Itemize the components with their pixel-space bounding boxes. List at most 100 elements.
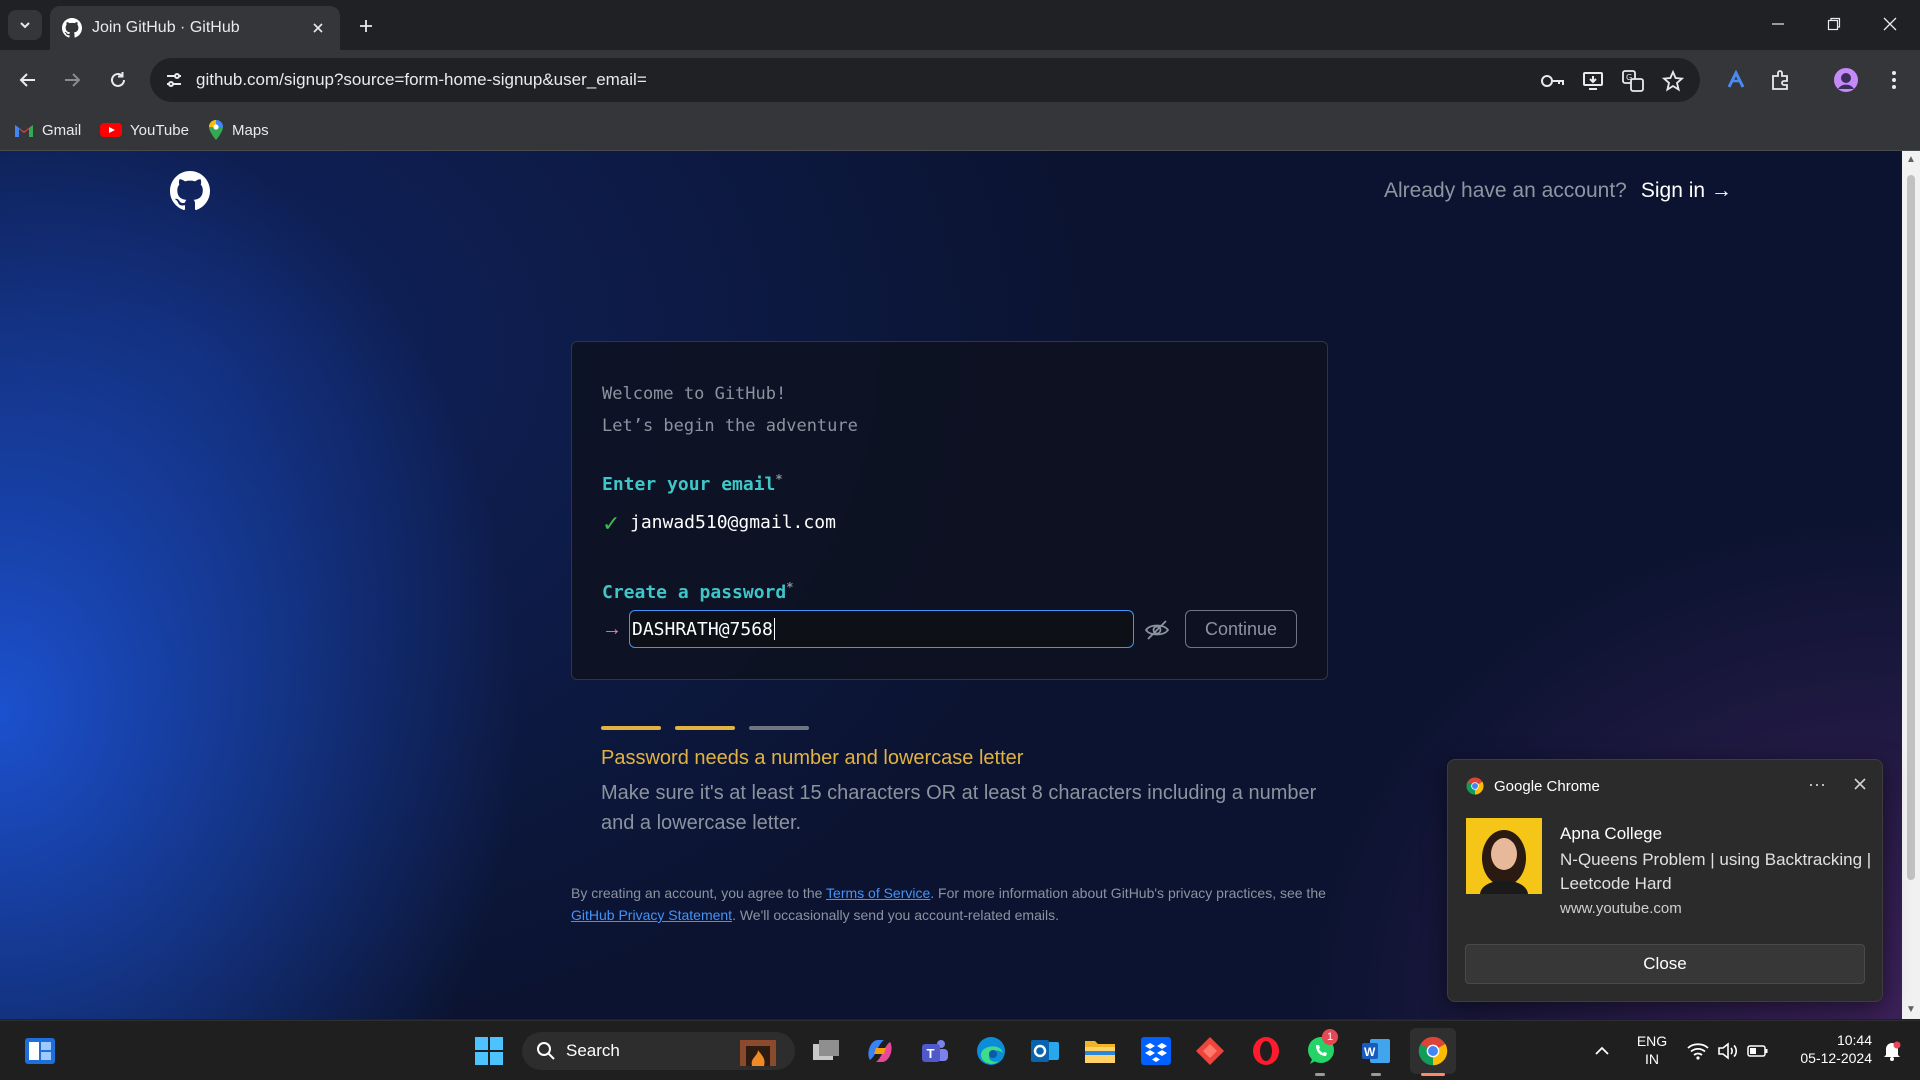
tab-search-button[interactable] [8,10,42,40]
close-icon[interactable] [1850,774,1870,794]
teams-button[interactable]: T [915,1031,955,1071]
back-button[interactable] [12,64,44,96]
bookmark-star-icon[interactable] [1660,68,1686,94]
running-indicator [1315,1073,1325,1076]
svg-text:T: T [927,1046,935,1061]
clock[interactable]: 10:44 05-12-2024 [1782,1031,1872,1067]
tab-github[interactable]: Join GitHub · GitHub [50,6,340,50]
task-view-icon [813,1040,839,1060]
site-info-icon[interactable] [164,70,184,90]
scrollbar-thumb[interactable] [1907,175,1915,880]
taskbar-search-label: Search [566,1041,620,1060]
url-text: github.com/signup?source=form-home-signu… [196,70,647,89]
whatsapp-badge: 1 [1322,1029,1338,1045]
bookmark-gmail[interactable]: Gmail [14,118,81,142]
bookmarks-bar: Gmail YouTube Maps [0,110,1920,151]
chrome-icon [1418,1036,1448,1066]
dropbox-button[interactable] [1136,1031,1176,1071]
more-options-icon[interactable]: ··· [1808,774,1826,795]
copilot-button[interactable] [860,1031,900,1071]
close-icon [1883,17,1897,31]
notifications-button[interactable] [1872,1031,1912,1071]
svg-text:G: G [1626,73,1632,82]
scroll-up-icon[interactable]: ▲ [1906,155,1916,165]
browser-tabbar: Join GitHub · GitHub [0,0,1920,50]
strength-segment-3 [749,726,809,730]
notification-app: Google Chrome [1466,777,1600,795]
restore-button[interactable] [1806,6,1862,42]
taskbar-search[interactable]: Search [522,1032,795,1070]
address-bar[interactable]: github.com/signup?source=form-home-signu… [150,58,1700,102]
chrome-icon [1466,777,1484,795]
password-label: Create a password* [602,580,793,603]
terms-prefix: By creating an account, you agree to the [571,885,827,901]
clock-time: 10:44 [1836,1032,1872,1048]
notification-app-name: Google Chrome [1494,777,1600,795]
tab-close-icon[interactable] [308,18,328,38]
profile-avatar[interactable] [1830,64,1862,96]
tab-title: Join GitHub · GitHub [92,19,240,36]
gmail-icon [15,125,33,137]
privacy-statement-link[interactable]: GitHub Privacy Statement [571,907,732,923]
password-field[interactable]: DASHRATH@7568 [629,610,1134,648]
welcome-message: Welcome to GitHub! Let’s begin the adven… [602,378,858,442]
edge-button[interactable] [971,1031,1011,1071]
folder-icon [1085,1041,1115,1063]
page-scrollbar[interactable]: ▲ ▼ [1902,151,1920,1019]
arrow-right-icon: → [602,618,622,640]
youtube-icon [100,123,122,137]
signin-prompt: Already have an account? Sign in → [1384,179,1732,203]
reload-icon [111,72,125,87]
signin-link[interactable]: Sign in → [1641,179,1732,203]
scroll-down-icon[interactable]: ▼ [1906,1005,1916,1015]
continue-button[interactable]: Continue [1185,610,1297,648]
chrome-taskbar-button[interactable] [1410,1028,1456,1074]
terms-text: By creating an account, you agree to the… [571,882,1341,926]
extensions-puzzle-icon[interactable] [1765,64,1797,96]
password-warning: Password needs a number and lowercase le… [601,747,1024,769]
widgets-button[interactable] [20,1031,60,1071]
required-mark: * [775,472,783,486]
text-caret [773,618,775,640]
task-view-button[interactable] [806,1031,846,1071]
search-icon [537,1042,555,1060]
password-help-text: Make sure it's at least 15 characters OR… [601,782,1317,834]
hide-password-icon[interactable] [1144,618,1170,642]
bell-icon [1884,1041,1901,1061]
forward-button[interactable] [56,64,88,96]
language-indicator[interactable]: ENG IN [1632,1032,1672,1068]
arrow-left-icon [19,73,35,87]
chevron-down-icon [20,22,30,29]
anydesk-icon [1196,1037,1224,1065]
arrow-right-icon [65,73,81,87]
install-app-icon[interactable] [1580,68,1606,94]
close-window-button[interactable] [1862,6,1918,42]
notification-close-button[interactable]: Close [1465,944,1865,984]
chrome-menu-icon[interactable] [1878,64,1910,96]
translate-icon[interactable]: G [1620,68,1646,94]
bookmark-maps[interactable]: Maps [208,118,269,142]
new-tab-button[interactable] [352,12,380,40]
opera-button[interactable] [1246,1031,1286,1071]
terms-middle: . For more information about GitHub's pr… [930,885,1326,901]
outlook-icon [1031,1040,1059,1062]
terms-of-service-link[interactable]: Terms of Service [826,885,930,901]
show-hidden-icons-button[interactable] [1582,1031,1622,1071]
github-logo-icon[interactable] [170,171,210,211]
bookmark-youtube[interactable]: YouTube [100,118,189,142]
opera-icon [1253,1037,1279,1065]
start-button[interactable] [469,1031,509,1071]
reload-button[interactable] [102,64,134,96]
plus-icon [360,20,372,32]
extension-read-aloud-icon[interactable] [1720,64,1752,96]
file-explorer-button[interactable] [1080,1031,1120,1071]
password-key-icon[interactable] [1540,68,1566,94]
terms-suffix: . We'll occasionally send you account-re… [732,907,1059,923]
email-value[interactable]: janwad510@gmail.com [630,512,836,533]
outlook-button[interactable] [1025,1031,1065,1071]
word-button[interactable]: W [1356,1031,1396,1071]
password-value: DASHRATH@7568 [632,618,773,640]
anydesk-button[interactable] [1190,1031,1230,1071]
quick-settings-button[interactable] [1678,1031,1778,1071]
minimize-button[interactable] [1750,6,1806,42]
